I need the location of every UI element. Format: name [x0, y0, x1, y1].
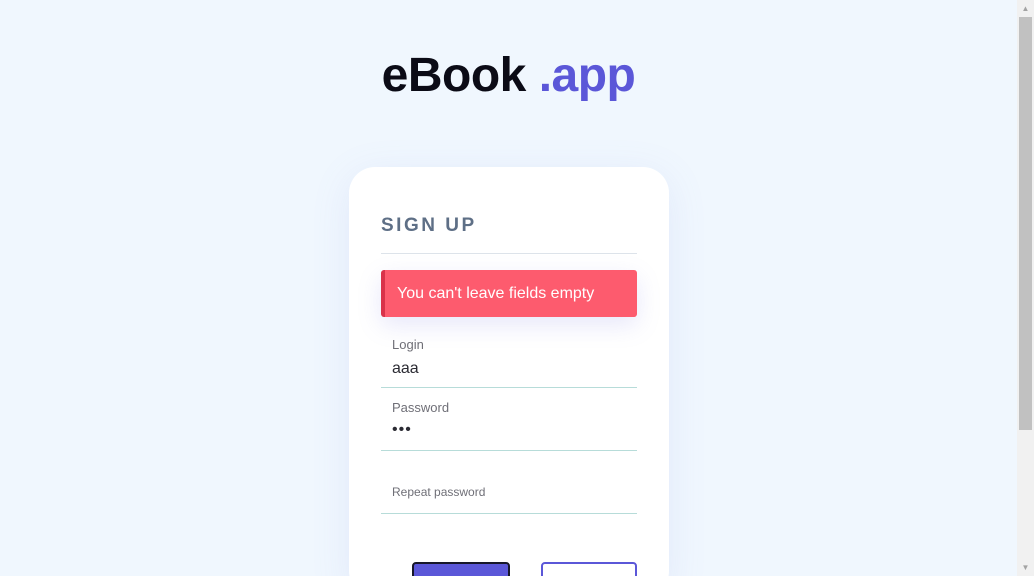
- logo-text-ebook: eBook: [381, 49, 527, 102]
- password-label: Password: [392, 400, 450, 415]
- page: eBook .app SIGN UP You can't leave field…: [0, 0, 1034, 576]
- scroll-down-arrow-icon[interactable]: ▼: [1017, 559, 1034, 576]
- title-divider: [381, 253, 637, 254]
- secondary-button[interactable]: [541, 562, 637, 576]
- scroll-up-arrow-icon[interactable]: ▲: [1017, 0, 1034, 17]
- signup-card: SIGN UP You can't leave fields empty Log…: [349, 167, 669, 576]
- signup-title: SIGN UP: [381, 215, 477, 236]
- logo-text-app: .app: [538, 49, 636, 102]
- password-field[interactable]: Password •••: [381, 389, 637, 451]
- error-alert: You can't leave fields empty: [381, 270, 637, 317]
- submit-button[interactable]: [412, 562, 510, 576]
- app-logo: eBook .app: [0, 48, 1017, 103]
- repeat-password-field[interactable]: Repeat password: [381, 452, 637, 514]
- login-label: Login: [392, 337, 424, 352]
- scroll-thumb[interactable]: [1019, 17, 1032, 430]
- login-field[interactable]: Login aaa: [381, 326, 637, 388]
- repeat-password-label: Repeat password: [392, 485, 486, 499]
- login-input[interactable]: aaa: [392, 360, 419, 378]
- password-input[interactable]: •••: [392, 421, 412, 439]
- vertical-scrollbar[interactable]: ▲ ▼: [1017, 0, 1034, 576]
